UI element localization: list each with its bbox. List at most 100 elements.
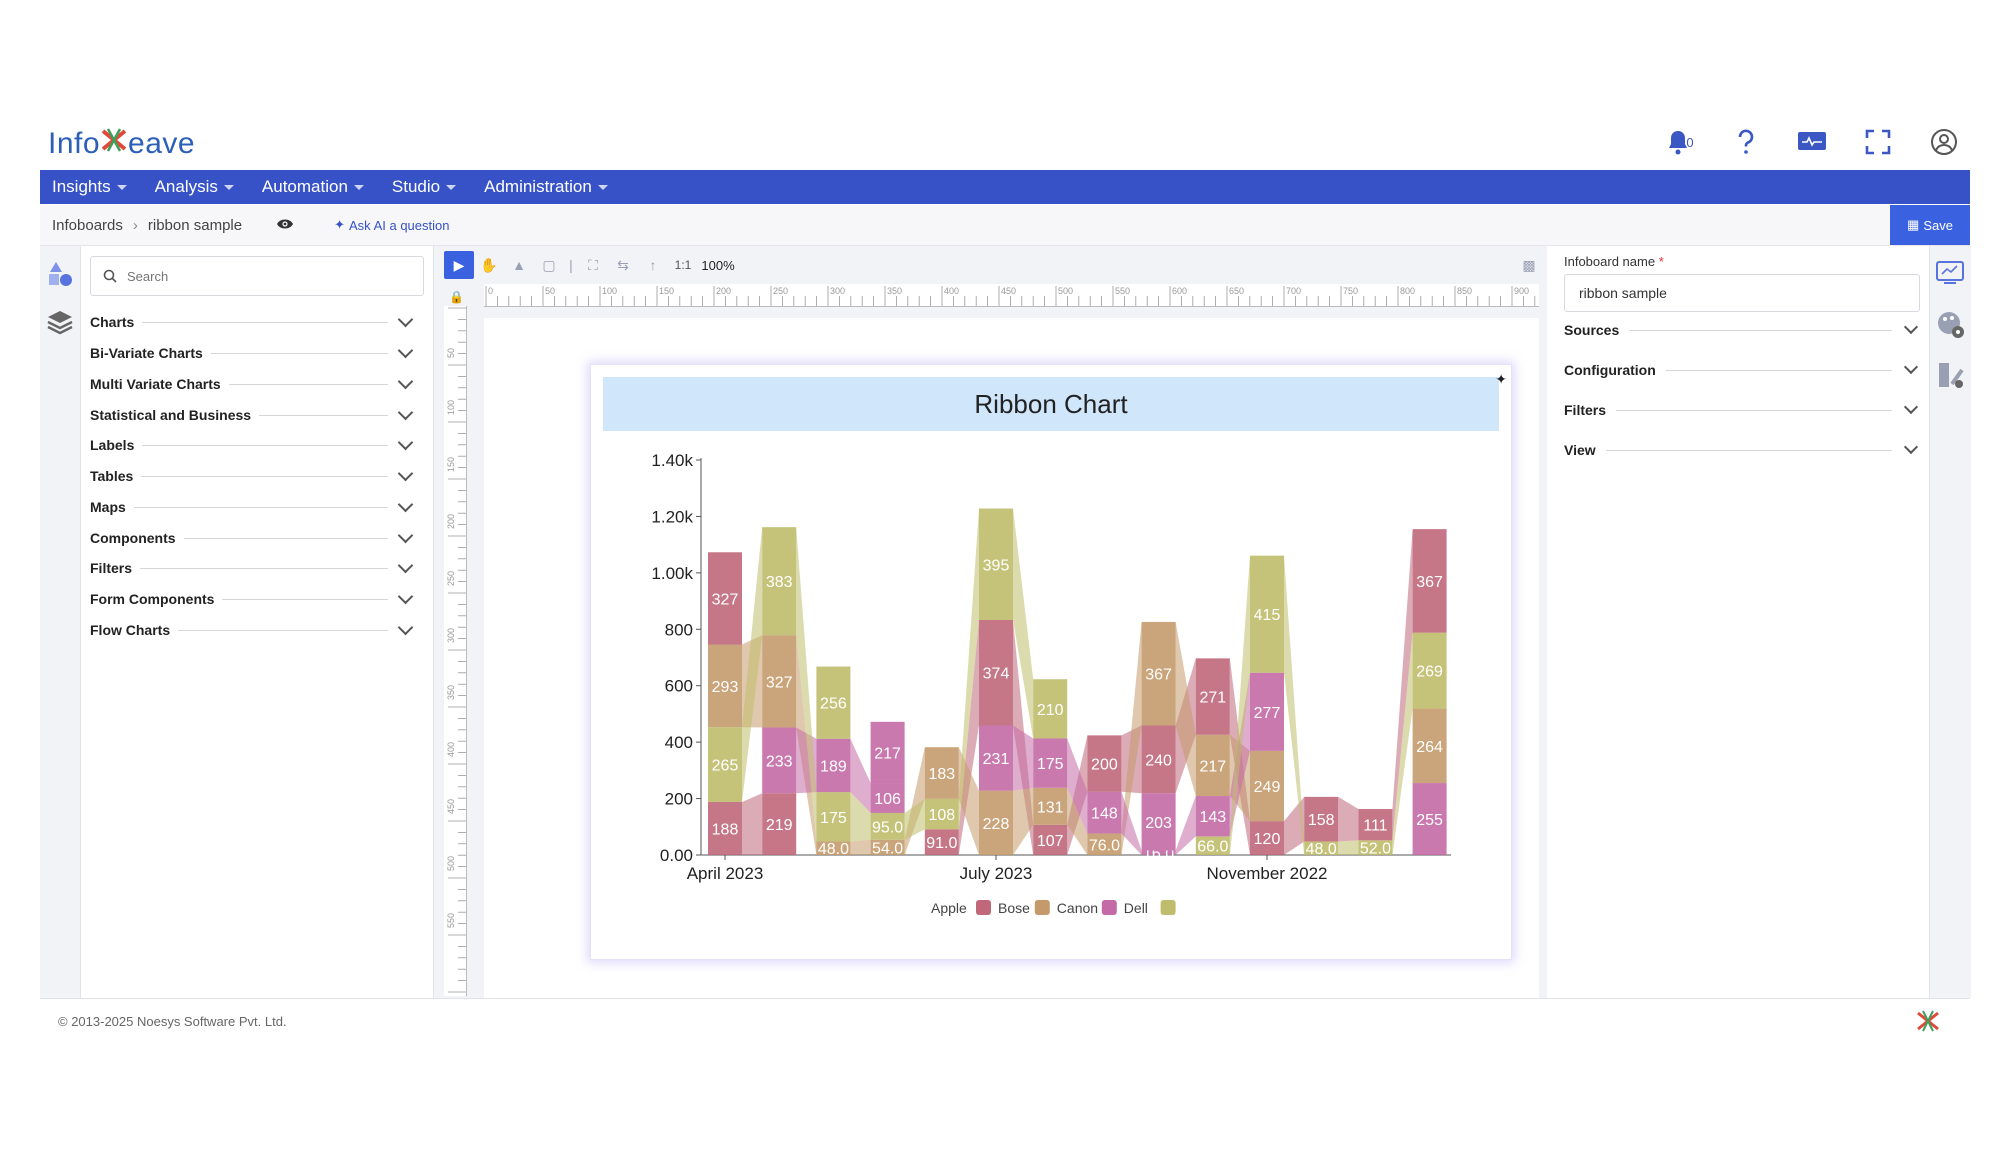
divider (259, 414, 388, 416)
data-label: 264 (1416, 739, 1443, 756)
dashboard-settings-icon[interactable] (1936, 260, 1966, 286)
breadcrumb-root[interactable]: Infoboards (52, 217, 123, 234)
ruler-tick-label: 350 (446, 685, 456, 700)
help-icon[interactable] (1730, 126, 1762, 158)
data-label: 415 (1254, 607, 1281, 624)
logo-text-right: eave (128, 127, 196, 160)
y-tick-label: 400 (665, 733, 693, 752)
user-profile-icon[interactable] (1928, 126, 1960, 158)
select-tool-icon[interactable]: ▶ (444, 251, 474, 279)
move-up-icon[interactable]: ↑ (638, 251, 668, 279)
section-sources[interactable]: Sources (1564, 319, 1920, 340)
data-label: 148 (1091, 806, 1118, 823)
ribbon-chart: 0.00 200 400 600 800 1.00k 1.20k 1.40k 188 265 293… (651, 451, 1451, 916)
eye-icon[interactable] (276, 217, 294, 234)
divider (1605, 449, 1892, 451)
required-marker: * (1658, 254, 1664, 269)
chevron-down-icon (397, 619, 414, 635)
section-configuration[interactable]: Configuration (1564, 359, 1920, 380)
shapes-icon[interactable] (46, 260, 74, 288)
data-label: 293 (712, 679, 739, 696)
fit-screen-icon[interactable]: ⛶ (578, 251, 608, 279)
infoboard-name-field[interactable]: ribbon sample (1564, 274, 1920, 312)
save-button[interactable]: ▦ Save (1890, 205, 1970, 245)
data-label: 143 (1199, 809, 1226, 826)
ruler-horizontal: 0 50 100 150 200 250 300 350 400 450 500 550 600 650 7… (484, 284, 1539, 307)
chevron-down-icon (397, 373, 414, 389)
category-components[interactable]: Components (90, 527, 415, 548)
category-label: Maps (90, 499, 126, 515)
fullscreen-icon[interactable] (1862, 126, 1894, 158)
ruler-tick-label: 500 (446, 856, 456, 871)
lock-icon[interactable]: 🔒 (449, 290, 464, 304)
ruler-tick-label: 450 (1001, 286, 1016, 296)
section-label: Configuration (1564, 362, 1656, 378)
canvas-toolbar: ▶ ✋ ▲ ▢ | ⛶ ⇆ ↑ 1:1 100% ▩ (444, 250, 1544, 280)
category-bi-variate-charts[interactable]: Bi-Variate Charts (90, 342, 415, 363)
save-label: Save (1923, 217, 1953, 233)
nav-studio[interactable]: Studio (392, 177, 457, 197)
ai-sparkle-icon[interactable]: ✦ (1495, 371, 1507, 388)
breadcrumb-current: ribbon sample (147, 216, 243, 234)
pan-hand-icon[interactable]: ✋ (474, 251, 504, 279)
x-tick-label: November 2022 (1207, 864, 1328, 883)
category-labels[interactable]: Labels (90, 434, 415, 455)
nav-administration-label: Administration (484, 177, 592, 196)
panel-toggle-icon[interactable]: ▩ (1514, 251, 1544, 279)
divider (141, 475, 388, 477)
brush-settings-icon[interactable] (1936, 360, 1966, 390)
infoveave-logo[interactable]: Info eave (48, 124, 195, 164)
theme-palette-icon[interactable] (1936, 310, 1966, 340)
ruler-tick-label: 850 (1457, 286, 1472, 296)
section-filters[interactable]: Filters (1564, 399, 1920, 420)
layers-icon[interactable] (46, 308, 74, 336)
ask-ai-button[interactable]: ✦ Ask AI a question (334, 217, 449, 233)
category-flow-charts[interactable]: Flow Charts (90, 619, 415, 640)
data-label: 52.0 (1360, 841, 1391, 858)
category-filters[interactable]: Filters (90, 557, 415, 578)
ruler-tick-label: 300 (446, 628, 456, 643)
swap-horizontal-icon[interactable]: ⇆ (608, 251, 638, 279)
category-charts[interactable]: Charts (90, 311, 415, 332)
category-statistical-and-business[interactable]: Statistical and Business (90, 404, 415, 425)
category-maps[interactable]: Maps (90, 496, 415, 517)
data-label: 111 (1363, 818, 1387, 835)
ratio-label[interactable]: 1:1 (668, 251, 698, 279)
nav-administration[interactable]: Administration (484, 177, 608, 197)
data-label: 240 (1145, 752, 1172, 769)
ribbon-dell (1392, 632, 1413, 855)
category-label: Charts (90, 314, 135, 330)
category-form-components[interactable]: Form Components (90, 588, 415, 609)
properties-panel: Infoboard name * ribbon sample Sources C… (1556, 246, 1928, 998)
delete-icon[interactable]: ▢ (534, 251, 564, 279)
shapes-tool-icon[interactable]: ▲ (504, 251, 534, 279)
chevron-down-icon (397, 465, 414, 481)
section-view[interactable]: View (1564, 439, 1920, 460)
category-tables[interactable]: Tables (90, 465, 415, 486)
header-actions: 0 (1664, 124, 1960, 160)
toolbar-divider: | (569, 257, 573, 273)
ruler-tick-label: 150 (659, 286, 674, 296)
ruler-tick-label: 200 (446, 514, 456, 529)
data-label: 269 (1416, 664, 1443, 681)
data-label: 367 (1145, 667, 1172, 684)
monitor-icon[interactable] (1796, 126, 1828, 158)
category-multi-variate-charts[interactable]: Multi Variate Charts (90, 373, 415, 394)
ruler-tick-label: 400 (944, 286, 959, 296)
chevron-down-icon (397, 404, 414, 420)
category-label: Form Components (90, 591, 215, 607)
notifications-bell-icon[interactable]: 0 (1664, 126, 1696, 158)
nav-automation[interactable]: Automation (262, 177, 364, 197)
section-label: View (1564, 442, 1596, 458)
nav-insights[interactable]: Insights (52, 177, 127, 197)
ruler-tick-label: 100 (602, 286, 617, 296)
ruler-tick-label: 400 (446, 742, 456, 757)
nav-analysis[interactable]: Analysis (155, 177, 234, 197)
ribbon-dell (1338, 840, 1359, 855)
divider (142, 444, 388, 446)
search-input[interactable] (125, 267, 409, 285)
ribbon-chart-widget[interactable]: Ribbon Chart ✦ 0.00 200 400 600 800 1.00k 1.20… (590, 364, 1512, 960)
ribbon-apple (1338, 796, 1359, 842)
chevron-down-icon (353, 184, 364, 190)
ruler-tick-label: 50 (446, 348, 456, 358)
